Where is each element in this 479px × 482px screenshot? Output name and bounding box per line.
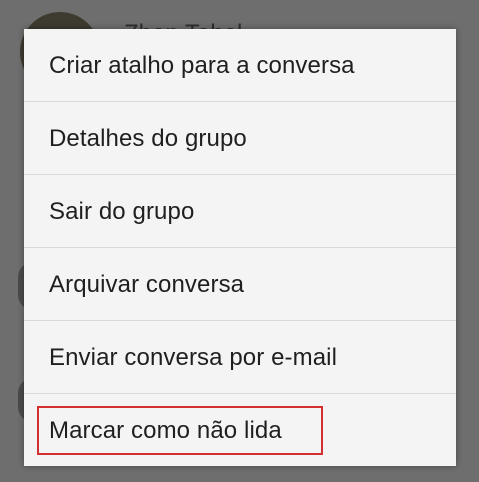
menu-item-leave-group[interactable]: Sair do grupo	[24, 175, 456, 248]
highlight-box	[37, 406, 323, 455]
menu-item-label: Detalhes do grupo	[49, 124, 247, 152]
menu-item-create-shortcut[interactable]: Criar atalho para a conversa	[24, 29, 456, 102]
menu-item-archive-chat[interactable]: Arquivar conversa	[24, 248, 456, 321]
menu-item-label: Enviar conversa por e-mail	[49, 343, 338, 371]
context-menu: Criar atalho para a conversa Detalhes do…	[24, 29, 456, 466]
menu-item-label: Sair do grupo	[49, 197, 195, 225]
menu-item-email-chat[interactable]: Enviar conversa por e-mail	[24, 321, 456, 394]
menu-item-group-details[interactable]: Detalhes do grupo	[24, 102, 456, 175]
menu-item-label: Criar atalho para a conversa	[49, 51, 355, 79]
menu-item-label: Arquivar conversa	[49, 270, 245, 298]
